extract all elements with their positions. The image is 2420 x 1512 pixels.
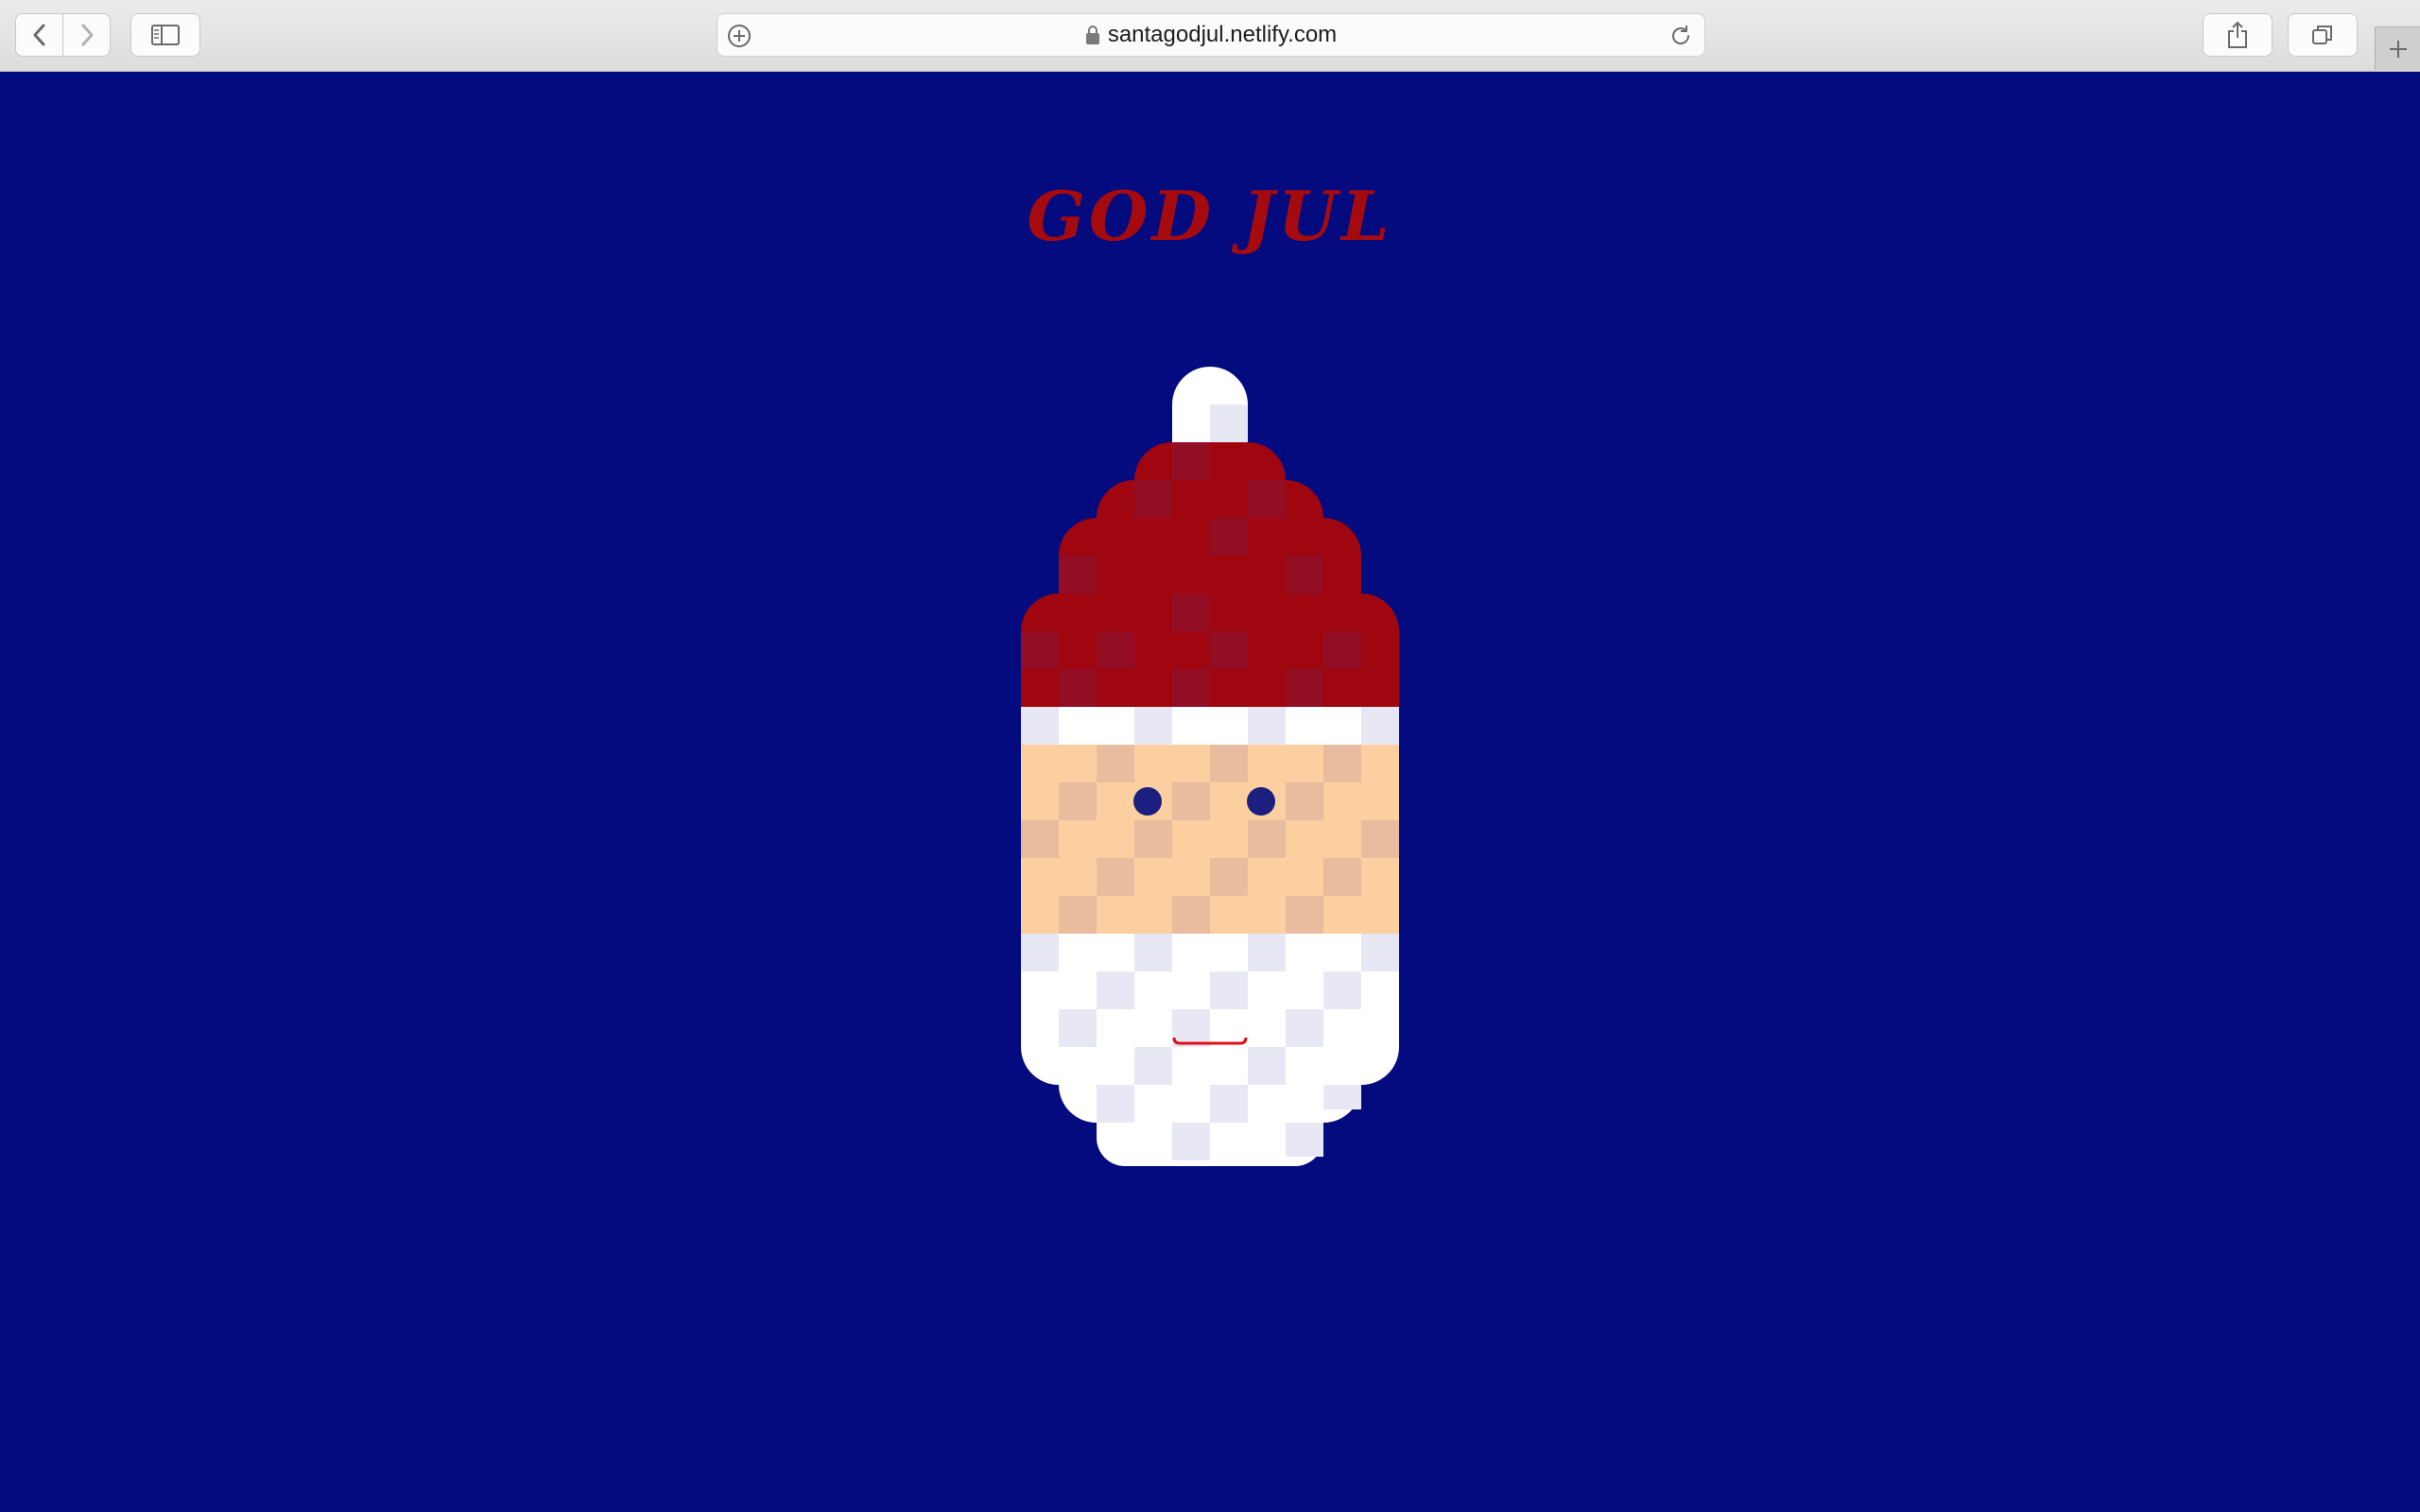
back-button[interactable] bbox=[15, 13, 63, 57]
reload-icon[interactable] bbox=[1668, 24, 1693, 48]
browser-toolbar: santagodjul.netlify.com bbox=[0, 0, 2420, 72]
lock-icon bbox=[1085, 26, 1099, 44]
url-text: santagodjul.netlify.com bbox=[1107, 22, 1338, 47]
right-eye bbox=[1247, 787, 1275, 816]
santa-illustration bbox=[1021, 367, 1399, 1166]
chevron-right-icon bbox=[81, 24, 93, 46]
sidebar-icon bbox=[151, 25, 180, 45]
hat-pompom bbox=[1172, 367, 1248, 442]
hat bbox=[1021, 442, 1399, 726]
show-tabs-button[interactable] bbox=[2288, 13, 2358, 57]
face bbox=[1021, 745, 1399, 934]
address-bar[interactable]: santagodjul.netlify.com bbox=[717, 13, 1705, 57]
forward-button[interactable] bbox=[62, 13, 111, 57]
share-icon bbox=[2228, 21, 2247, 48]
beard bbox=[1021, 934, 1399, 1166]
navigation-buttons bbox=[15, 13, 112, 57]
chevron-left-icon bbox=[33, 24, 44, 46]
hat-brim bbox=[1021, 707, 1399, 745]
page-content: GOD JUL bbox=[0, 72, 2420, 1512]
share-button[interactable] bbox=[2203, 13, 2273, 57]
sidebar-button[interactable] bbox=[130, 13, 200, 57]
new-tab-button[interactable] bbox=[2375, 26, 2420, 70]
santa-face bbox=[1021, 367, 1399, 1166]
url-display: santagodjul.netlify.com bbox=[717, 14, 1704, 56]
plus-icon bbox=[2389, 40, 2407, 58]
left-eye bbox=[1133, 787, 1162, 816]
page-title: GOD JUL bbox=[1027, 176, 1393, 256]
tabs-icon bbox=[2312, 26, 2332, 44]
